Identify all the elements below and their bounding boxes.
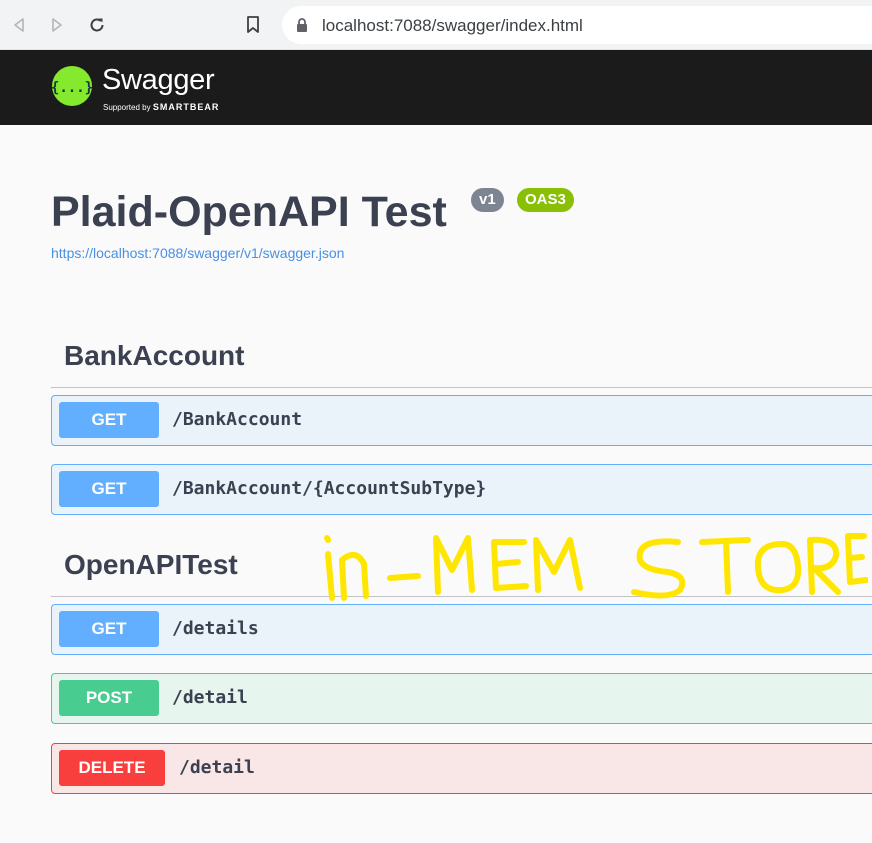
lock-icon [296,18,308,37]
operation-path: /BankAccount [172,409,303,430]
tag-divider [51,387,872,388]
method-badge: GET [59,471,159,507]
operation-path: /details [172,618,259,639]
address-bar[interactable]: localhost:7088/swagger/index.html [282,6,872,44]
swagger-topbar: {...} Swagger Supported by SMARTBEAR [0,50,872,125]
spec-link[interactable]: https://localhost:7088/swagger/v1/swagge… [51,245,344,261]
oas-badge: OAS3 [517,188,574,212]
opblock-delete-detail[interactable]: DELETE /detail [51,743,872,794]
browser-toolbar: localhost:7088/swagger/index.html [0,0,872,50]
method-badge: DELETE [59,750,165,786]
swagger-logo-icon[interactable]: {...} [51,65,93,112]
brand-tagline: Supported by SMARTBEAR [103,102,219,112]
opblock-get-bankaccount-subtype[interactable]: GET /BankAccount/{AccountSubType} [51,464,872,515]
operation-path: /detail [179,757,255,778]
back-icon[interactable] [6,12,32,38]
opblock-get-bankaccount[interactable]: GET /BankAccount [51,395,872,446]
method-badge: POST [59,680,159,716]
tag-title-bankaccount[interactable]: BankAccount [64,340,244,372]
brand-name[interactable]: Swagger [102,64,215,97]
tagline-prefix: Supported by [103,103,151,112]
url-text: localhost:7088/swagger/index.html [322,16,583,35]
logo-glyph: {...} [51,80,93,96]
method-badge: GET [59,611,159,647]
opblock-post-detail[interactable]: POST /detail [51,673,872,724]
handwritten-annotation [318,512,869,612]
bookmark-icon[interactable] [240,12,266,38]
api-title: Plaid-OpenAPI Test [51,188,447,236]
tagline-brand: SMARTBEAR [152,102,220,112]
version-badge: v1 [471,188,504,212]
reload-icon[interactable] [84,12,110,38]
method-badge: GET [59,402,159,438]
operation-path: /detail [172,687,248,708]
operation-path: /BankAccount/{AccountSubType} [172,478,487,499]
tag-title-openapitest[interactable]: OpenAPITest [64,549,238,581]
forward-icon[interactable] [44,12,70,38]
